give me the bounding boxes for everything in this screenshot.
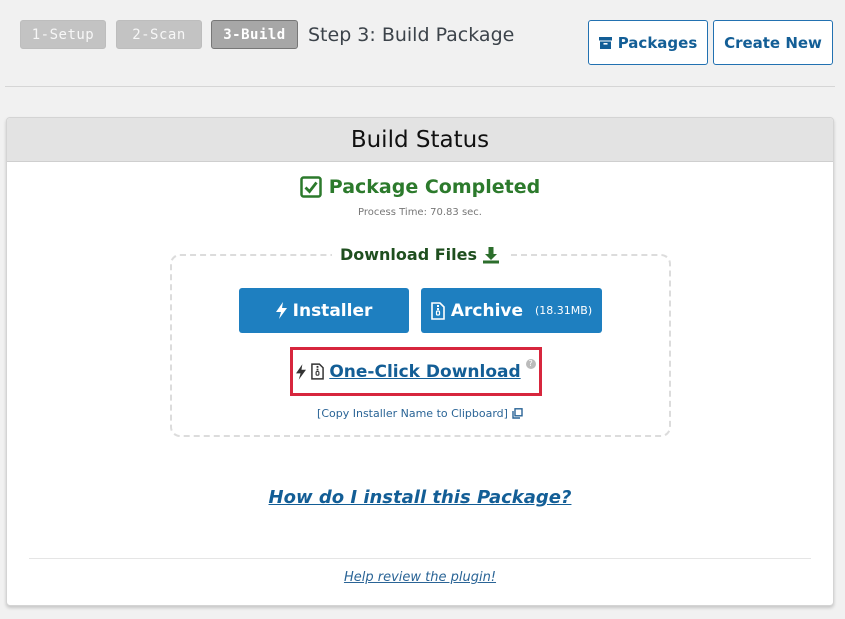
archive-size: (18.31MB) — [535, 304, 593, 317]
status-text: Package Completed — [328, 176, 541, 198]
packages-button-label: Packages — [617, 33, 698, 52]
bolt-icon — [275, 302, 287, 319]
review-plugin-link[interactable]: Help review the plugin! — [7, 570, 833, 585]
build-status-panel: Build Status Package Completed Process T… — [6, 117, 834, 606]
header-divider — [5, 86, 835, 87]
download-files-legend: Download Files — [331, 245, 508, 264]
one-click-download-highlight: One-Click Download ? — [290, 347, 542, 396]
help-icon[interactable]: ? — [525, 358, 536, 369]
check-square-icon — [300, 176, 322, 198]
status-completed: Package Completed — [7, 176, 833, 198]
copy-installer-label: [Copy Installer Name to Clipboard] — [317, 407, 508, 420]
zip-file-icon — [311, 363, 325, 380]
archive-button[interactable]: Archive (18.31MB) — [421, 288, 602, 333]
copy-icon — [512, 408, 523, 419]
bolt-icon — [296, 363, 307, 380]
page-title: Step 3: Build Package — [308, 23, 515, 46]
one-click-download-link[interactable]: One-Click Download — [329, 362, 520, 382]
packages-button[interactable]: Packages — [588, 20, 708, 65]
copy-installer-name-link[interactable]: [Copy Installer Name to Clipboard] — [7, 407, 833, 420]
step-setup[interactable]: 1-Setup — [20, 20, 106, 49]
download-files-label: Download Files — [339, 245, 477, 264]
panel-divider — [29, 558, 811, 559]
how-to-install-link[interactable]: How do I install this Package? — [7, 487, 833, 508]
panel-title: Build Status — [7, 118, 833, 162]
archive-icon — [598, 36, 612, 49]
installer-button[interactable]: Installer — [239, 288, 409, 333]
create-new-button[interactable]: Create New — [713, 20, 833, 65]
zip-file-icon — [431, 301, 445, 320]
step-scan[interactable]: 2-Scan — [116, 20, 202, 49]
create-new-button-label: Create New — [724, 33, 822, 52]
archive-button-label: Archive — [450, 300, 524, 321]
step-build[interactable]: 3-Build — [211, 20, 298, 49]
process-time: Process Time: 70.83 sec. — [358, 207, 482, 218]
download-icon — [482, 246, 500, 264]
installer-button-label: Installer — [292, 300, 373, 321]
